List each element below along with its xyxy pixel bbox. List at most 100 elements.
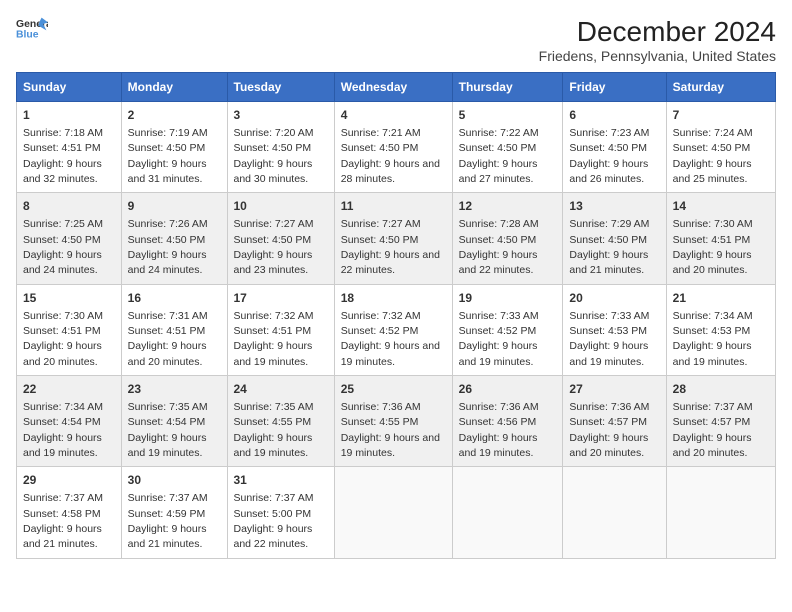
day-info: Sunrise: 7:33 AMSunset: 4:53 PMDaylight:… (569, 310, 649, 368)
day-number: 17 (234, 290, 328, 307)
page-subtitle: Friedens, Pennsylvania, United States (539, 48, 776, 64)
calendar-cell: 19 Sunrise: 7:33 AMSunset: 4:52 PMDaylig… (452, 284, 563, 375)
day-info: Sunrise: 7:27 AMSunset: 4:50 PMDaylight:… (234, 218, 314, 276)
col-header-tuesday: Tuesday (227, 73, 334, 102)
calendar-cell: 8 Sunrise: 7:25 AMSunset: 4:50 PMDayligh… (17, 193, 122, 284)
calendar-cell: 9 Sunrise: 7:26 AMSunset: 4:50 PMDayligh… (121, 193, 227, 284)
title-area: December 2024 Friedens, Pennsylvania, Un… (539, 16, 776, 64)
day-info: Sunrise: 7:32 AMSunset: 4:52 PMDaylight:… (341, 310, 440, 368)
day-info: Sunrise: 7:27 AMSunset: 4:50 PMDaylight:… (341, 218, 440, 276)
calendar-cell: 20 Sunrise: 7:33 AMSunset: 4:53 PMDaylig… (563, 284, 666, 375)
calendar-cell: 10 Sunrise: 7:27 AMSunset: 4:50 PMDaylig… (227, 193, 334, 284)
day-info: Sunrise: 7:20 AMSunset: 4:50 PMDaylight:… (234, 127, 314, 185)
calendar-cell: 1 Sunrise: 7:18 AMSunset: 4:51 PMDayligh… (17, 102, 122, 193)
day-info: Sunrise: 7:35 AMSunset: 4:54 PMDaylight:… (128, 401, 208, 459)
day-info: Sunrise: 7:37 AMSunset: 4:59 PMDaylight:… (128, 492, 208, 550)
day-number: 3 (234, 107, 328, 124)
calendar-table: SundayMondayTuesdayWednesdayThursdayFrid… (16, 72, 776, 559)
calendar-cell: 5 Sunrise: 7:22 AMSunset: 4:50 PMDayligh… (452, 102, 563, 193)
day-info: Sunrise: 7:37 AMSunset: 5:00 PMDaylight:… (234, 492, 314, 550)
day-number: 18 (341, 290, 446, 307)
calendar-cell: 6 Sunrise: 7:23 AMSunset: 4:50 PMDayligh… (563, 102, 666, 193)
col-header-thursday: Thursday (452, 73, 563, 102)
day-number: 6 (569, 107, 659, 124)
logo: General Blue (16, 16, 48, 44)
day-info: Sunrise: 7:31 AMSunset: 4:51 PMDaylight:… (128, 310, 208, 368)
day-number: 23 (128, 381, 221, 398)
day-info: Sunrise: 7:34 AMSunset: 4:53 PMDaylight:… (673, 310, 753, 368)
calendar-cell: 27 Sunrise: 7:36 AMSunset: 4:57 PMDaylig… (563, 376, 666, 467)
day-number: 28 (673, 381, 769, 398)
week-row: 15 Sunrise: 7:30 AMSunset: 4:51 PMDaylig… (17, 284, 776, 375)
day-info: Sunrise: 7:37 AMSunset: 4:58 PMDaylight:… (23, 492, 103, 550)
day-number: 11 (341, 198, 446, 215)
page-title: December 2024 (539, 16, 776, 48)
day-info: Sunrise: 7:34 AMSunset: 4:54 PMDaylight:… (23, 401, 103, 459)
day-info: Sunrise: 7:29 AMSunset: 4:50 PMDaylight:… (569, 218, 649, 276)
week-row: 22 Sunrise: 7:34 AMSunset: 4:54 PMDaylig… (17, 376, 776, 467)
header-row: SundayMondayTuesdayWednesdayThursdayFrid… (17, 73, 776, 102)
day-number: 5 (459, 107, 557, 124)
day-info: Sunrise: 7:21 AMSunset: 4:50 PMDaylight:… (341, 127, 440, 185)
calendar-cell: 14 Sunrise: 7:30 AMSunset: 4:51 PMDaylig… (666, 193, 775, 284)
calendar-cell: 7 Sunrise: 7:24 AMSunset: 4:50 PMDayligh… (666, 102, 775, 193)
calendar-cell: 15 Sunrise: 7:30 AMSunset: 4:51 PMDaylig… (17, 284, 122, 375)
calendar-cell: 2 Sunrise: 7:19 AMSunset: 4:50 PMDayligh… (121, 102, 227, 193)
day-info: Sunrise: 7:19 AMSunset: 4:50 PMDaylight:… (128, 127, 208, 185)
calendar-cell: 30 Sunrise: 7:37 AMSunset: 4:59 PMDaylig… (121, 467, 227, 558)
day-number: 2 (128, 107, 221, 124)
day-number: 9 (128, 198, 221, 215)
calendar-cell (452, 467, 563, 558)
day-number: 21 (673, 290, 769, 307)
day-number: 27 (569, 381, 659, 398)
week-row: 29 Sunrise: 7:37 AMSunset: 4:58 PMDaylig… (17, 467, 776, 558)
calendar-cell: 17 Sunrise: 7:32 AMSunset: 4:51 PMDaylig… (227, 284, 334, 375)
calendar-cell (666, 467, 775, 558)
calendar-cell: 18 Sunrise: 7:32 AMSunset: 4:52 PMDaylig… (334, 284, 452, 375)
day-number: 10 (234, 198, 328, 215)
calendar-cell: 12 Sunrise: 7:28 AMSunset: 4:50 PMDaylig… (452, 193, 563, 284)
day-number: 14 (673, 198, 769, 215)
day-info: Sunrise: 7:23 AMSunset: 4:50 PMDaylight:… (569, 127, 649, 185)
day-number: 25 (341, 381, 446, 398)
header: General Blue December 2024 Friedens, Pen… (16, 16, 776, 64)
day-info: Sunrise: 7:30 AMSunset: 4:51 PMDaylight:… (673, 218, 753, 276)
col-header-friday: Friday (563, 73, 666, 102)
day-info: Sunrise: 7:36 AMSunset: 4:55 PMDaylight:… (341, 401, 440, 459)
calendar-cell: 25 Sunrise: 7:36 AMSunset: 4:55 PMDaylig… (334, 376, 452, 467)
day-number: 4 (341, 107, 446, 124)
day-number: 1 (23, 107, 115, 124)
day-number: 13 (569, 198, 659, 215)
day-info: Sunrise: 7:25 AMSunset: 4:50 PMDaylight:… (23, 218, 103, 276)
day-number: 15 (23, 290, 115, 307)
calendar-cell: 22 Sunrise: 7:34 AMSunset: 4:54 PMDaylig… (17, 376, 122, 467)
calendar-cell: 23 Sunrise: 7:35 AMSunset: 4:54 PMDaylig… (121, 376, 227, 467)
col-header-saturday: Saturday (666, 73, 775, 102)
calendar-cell: 24 Sunrise: 7:35 AMSunset: 4:55 PMDaylig… (227, 376, 334, 467)
day-info: Sunrise: 7:24 AMSunset: 4:50 PMDaylight:… (673, 127, 753, 185)
week-row: 1 Sunrise: 7:18 AMSunset: 4:51 PMDayligh… (17, 102, 776, 193)
day-number: 26 (459, 381, 557, 398)
day-info: Sunrise: 7:32 AMSunset: 4:51 PMDaylight:… (234, 310, 314, 368)
calendar-cell: 3 Sunrise: 7:20 AMSunset: 4:50 PMDayligh… (227, 102, 334, 193)
day-info: Sunrise: 7:37 AMSunset: 4:57 PMDaylight:… (673, 401, 753, 459)
calendar-cell: 16 Sunrise: 7:31 AMSunset: 4:51 PMDaylig… (121, 284, 227, 375)
day-info: Sunrise: 7:33 AMSunset: 4:52 PMDaylight:… (459, 310, 539, 368)
day-info: Sunrise: 7:36 AMSunset: 4:56 PMDaylight:… (459, 401, 539, 459)
day-info: Sunrise: 7:36 AMSunset: 4:57 PMDaylight:… (569, 401, 649, 459)
calendar-cell: 31 Sunrise: 7:37 AMSunset: 5:00 PMDaylig… (227, 467, 334, 558)
day-number: 7 (673, 107, 769, 124)
week-row: 8 Sunrise: 7:25 AMSunset: 4:50 PMDayligh… (17, 193, 776, 284)
day-number: 19 (459, 290, 557, 307)
calendar-cell: 26 Sunrise: 7:36 AMSunset: 4:56 PMDaylig… (452, 376, 563, 467)
day-number: 30 (128, 472, 221, 489)
logo-icon: General Blue (16, 16, 48, 44)
day-info: Sunrise: 7:18 AMSunset: 4:51 PMDaylight:… (23, 127, 103, 185)
day-number: 22 (23, 381, 115, 398)
calendar-cell: 11 Sunrise: 7:27 AMSunset: 4:50 PMDaylig… (334, 193, 452, 284)
col-header-monday: Monday (121, 73, 227, 102)
day-number: 29 (23, 472, 115, 489)
day-number: 24 (234, 381, 328, 398)
day-info: Sunrise: 7:22 AMSunset: 4:50 PMDaylight:… (459, 127, 539, 185)
day-info: Sunrise: 7:28 AMSunset: 4:50 PMDaylight:… (459, 218, 539, 276)
